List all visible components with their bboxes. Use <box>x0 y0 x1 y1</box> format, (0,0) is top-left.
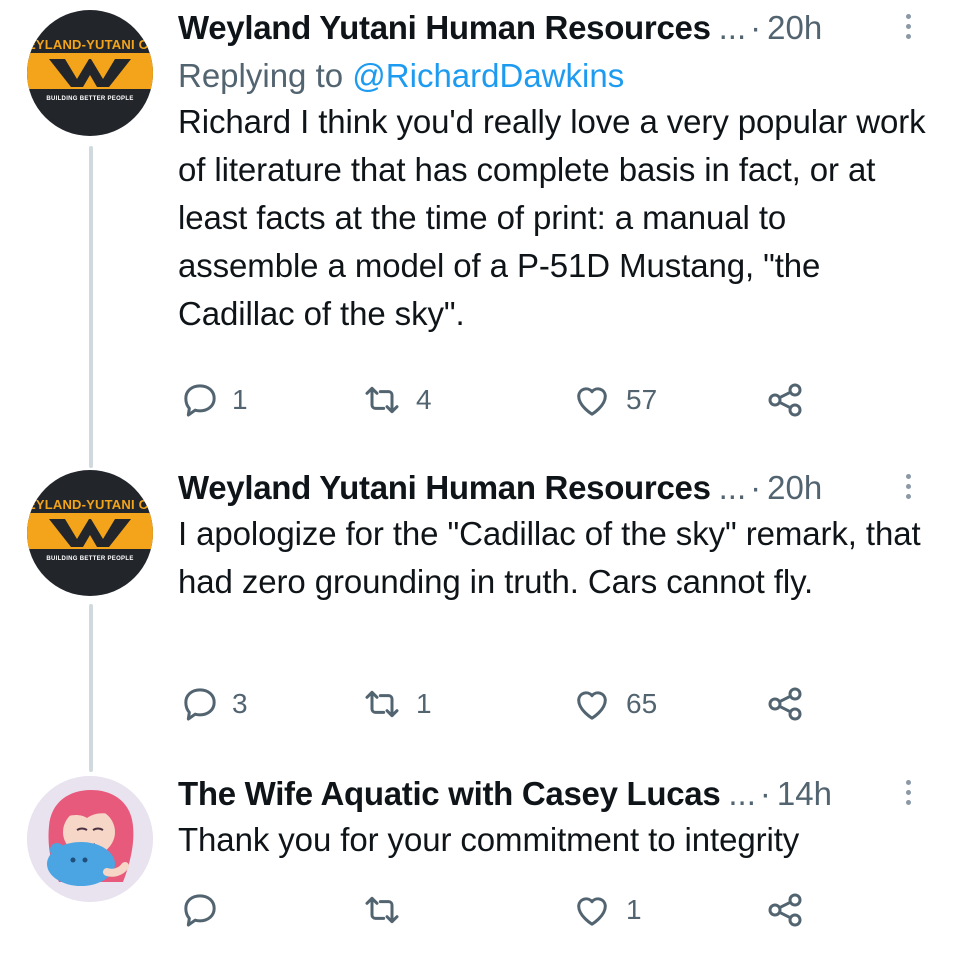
like-count: 65 <box>626 688 658 719</box>
like-button[interactable]: 57 <box>570 380 657 420</box>
share-icon <box>768 383 802 417</box>
reply-count: 1 <box>232 384 248 415</box>
like-count: 57 <box>626 384 658 415</box>
more-options-icon[interactable] <box>904 780 912 810</box>
reply-button[interactable]: 3 <box>180 684 248 724</box>
separator: · <box>759 775 771 812</box>
avatar-brand-text: EYLAND-YUTANI CO <box>27 497 153 512</box>
retweet-icon <box>365 690 399 718</box>
separator: · <box>750 469 762 506</box>
timestamp[interactable]: 20h <box>767 9 822 46</box>
share-button[interactable] <box>765 684 805 724</box>
tweet[interactable]: The Wife Aquatic with Casey Lucas... · 14h… <box>178 774 938 864</box>
reply-icon <box>184 894 216 927</box>
retweet-icon <box>365 386 399 414</box>
retweet-button[interactable] <box>360 890 416 930</box>
avatar[interactable] <box>27 776 153 902</box>
avatar-brand-text: EYLAND-YUTANI CO <box>27 37 153 52</box>
retweet-button[interactable]: 4 <box>360 380 432 420</box>
reply-count: 3 <box>232 688 248 719</box>
weyland-logo-icon <box>27 53 153 89</box>
thread-connector <box>89 146 93 468</box>
like-count: 1 <box>626 894 642 925</box>
separator: · <box>750 9 762 46</box>
name-ellipsis: ... <box>728 775 756 812</box>
weyland-logo-icon <box>27 513 153 549</box>
replying-handle-link[interactable]: @RichardDawkins <box>352 57 624 94</box>
share-button[interactable] <box>765 380 805 420</box>
name-ellipsis: ... <box>718 469 747 506</box>
author-name[interactable]: The Wife Aquatic with Casey Lucas <box>178 775 721 812</box>
like-icon <box>577 897 607 926</box>
share-icon <box>768 893 802 927</box>
timestamp[interactable]: 20h <box>767 469 822 506</box>
reply-icon <box>184 688 216 721</box>
share-button[interactable] <box>765 890 805 930</box>
avatar-tagline: BUILDING BETTER PEOPLE <box>46 96 134 102</box>
more-options-icon[interactable] <box>904 474 912 504</box>
retweet-count: 4 <box>416 384 432 415</box>
timestamp[interactable]: 14h <box>777 775 832 812</box>
name-ellipsis: ... <box>718 9 747 46</box>
like-icon <box>577 691 607 720</box>
tweet-header: Weyland Yutani Human Resources... · 20h <box>178 468 938 508</box>
tweet-header: Weyland Yutani Human Resources... · 20h <box>178 8 938 48</box>
author-name[interactable]: Weyland Yutani Human Resources <box>178 469 711 506</box>
retweet-icon <box>365 896 399 924</box>
tweet-actions: 1 4 57 <box>180 380 820 420</box>
retweet-button[interactable]: 1 <box>360 684 432 724</box>
reply-icon <box>184 384 216 417</box>
like-button[interactable]: 1 <box>570 890 642 930</box>
tweet-actions: 3 1 65 <box>180 684 820 724</box>
replying-to: Replying to @RichardDawkins <box>178 56 938 96</box>
author-name[interactable]: Weyland Yutani Human Resources <box>178 9 711 46</box>
like-icon <box>577 387 607 416</box>
avatar[interactable]: EYLAND-YUTANI CO BUILDING BETTER PEOPLE <box>27 470 153 596</box>
retweet-count: 1 <box>416 688 432 719</box>
tweet-text: Richard I think you'd really love a very… <box>178 103 926 332</box>
avatar-tagline: BUILDING BETTER PEOPLE <box>46 556 134 562</box>
tweet-header: The Wife Aquatic with Casey Lucas... · 14h <box>178 774 938 814</box>
cartoon-avatar-icon <box>27 776 153 902</box>
tweet[interactable]: Weyland Yutani Human Resources... · 20h I … <box>178 468 938 606</box>
avatar[interactable]: EYLAND-YUTANI CO BUILDING BETTER PEOPLE <box>27 10 153 136</box>
tweet[interactable]: Weyland Yutani Human Resources... · 20h Re… <box>178 8 938 338</box>
share-icon <box>768 687 802 721</box>
reply-button[interactable] <box>180 890 232 930</box>
tweet-actions: 1 <box>180 890 820 930</box>
tweet-text: I apologize for the "Cadillac of the sky… <box>178 515 921 600</box>
like-button[interactable]: 65 <box>570 684 657 724</box>
reply-button[interactable]: 1 <box>180 380 248 420</box>
replying-prefix: Replying to <box>178 57 344 94</box>
thread-connector <box>89 604 93 772</box>
tweet-text: Thank you for your commitment to integri… <box>178 821 800 858</box>
more-options-icon[interactable] <box>904 14 912 44</box>
